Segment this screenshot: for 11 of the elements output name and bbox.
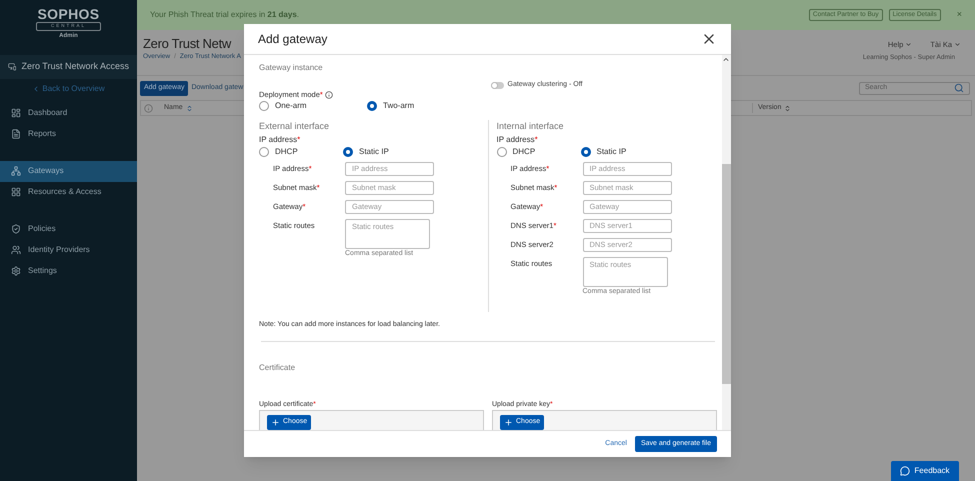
logo-text: SOPHOS bbox=[37, 7, 100, 21]
banner-message: Your Phish Threat trial expires in 21 days. bbox=[150, 9, 300, 21]
section-heading: Gateway instance bbox=[259, 62, 324, 74]
section-heading: Internal interface bbox=[496, 120, 565, 133]
section-heading: External interface bbox=[259, 120, 330, 133]
field-label: IP address* bbox=[259, 134, 302, 146]
field-label: IP address* bbox=[496, 134, 539, 146]
page-title: Zero Trust Netw bbox=[143, 36, 231, 52]
product-name: Zero Trust Network Access bbox=[21, 60, 129, 73]
modal-title: Add gateway bbox=[258, 31, 328, 48]
section-heading: Certificate bbox=[259, 362, 296, 374]
